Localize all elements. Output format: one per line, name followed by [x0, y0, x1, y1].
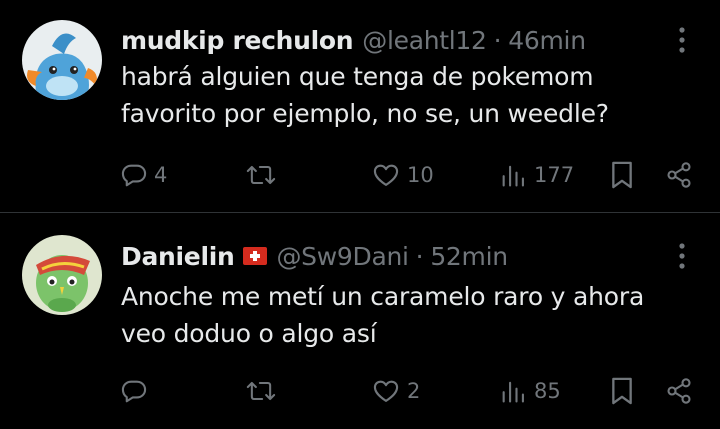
- tweet[interactable]: mudkip rechulon @leahtl12 · 46min habrá …: [0, 0, 720, 213]
- more-options-icon[interactable]: [676, 241, 688, 271]
- tweet-text: habrá alguien que tenga de pokemom favor…: [121, 62, 609, 128]
- heart-icon: [373, 380, 399, 402]
- avatar[interactable]: [22, 20, 102, 100]
- retweet-button[interactable]: [245, 157, 283, 193]
- heart-icon: [373, 164, 399, 186]
- display-name[interactable]: Danielin: [121, 242, 235, 271]
- separator-dot: ·: [493, 25, 502, 55]
- bookmark-button[interactable]: [609, 157, 635, 193]
- user-handle[interactable]: @Sw9Dani: [276, 242, 408, 271]
- retweet-icon: [246, 165, 276, 185]
- views-button[interactable]: 85: [498, 373, 561, 409]
- bookmark-button[interactable]: [609, 373, 635, 409]
- reply-button[interactable]: [120, 373, 154, 409]
- action-bar: 4 10 177: [0, 157, 720, 193]
- natu-avatar-icon: [22, 235, 102, 315]
- views-chart-icon: [502, 381, 524, 403]
- share-button[interactable]: [665, 373, 693, 409]
- separator-dot: ·: [415, 241, 424, 271]
- swiss-flag-icon: [243, 247, 268, 265]
- reply-count: 4: [154, 163, 168, 187]
- share-icon: [667, 378, 691, 404]
- reply-button[interactable]: 4: [120, 157, 167, 193]
- share-icon: [667, 162, 691, 188]
- retweet-icon: [246, 381, 276, 401]
- views-chart-icon: [502, 165, 524, 187]
- timestamp[interactable]: 46min: [508, 26, 586, 55]
- display-name[interactable]: mudkip rechulon: [121, 26, 354, 55]
- bookmark-icon: [612, 377, 632, 405]
- user-handle[interactable]: @leahtl12: [362, 26, 487, 55]
- retweet-button[interactable]: [245, 373, 283, 409]
- tweet-feed: mudkip rechulon @leahtl12 · 46min habrá …: [0, 0, 720, 429]
- like-count: 2: [407, 379, 421, 403]
- views-button[interactable]: 177: [498, 157, 574, 193]
- tweet-text: Anoche me metí un caramelo raro y ahora …: [121, 282, 645, 348]
- like-button[interactable]: 2: [371, 373, 420, 409]
- views-count: 85: [534, 379, 561, 403]
- avatar[interactable]: [22, 235, 102, 315]
- tweet[interactable]: Danielin @Sw9Dani · 52min Anoche me metí…: [0, 213, 720, 429]
- like-count: 10: [407, 163, 434, 187]
- action-bar: 2 85: [0, 373, 720, 409]
- mudkip-avatar-icon: [22, 20, 102, 100]
- tweet-header: Danielin @Sw9Dani · 52min: [121, 236, 508, 276]
- bookmark-icon: [612, 161, 632, 189]
- more-options-icon[interactable]: [676, 25, 688, 55]
- share-button[interactable]: [665, 157, 693, 193]
- reply-icon: [121, 380, 147, 403]
- views-count: 177: [534, 163, 575, 187]
- like-button[interactable]: 10: [371, 157, 434, 193]
- timestamp[interactable]: 52min: [430, 242, 508, 271]
- tweet-header: mudkip rechulon @leahtl12 · 46min: [121, 20, 586, 60]
- reply-icon: [121, 164, 147, 187]
